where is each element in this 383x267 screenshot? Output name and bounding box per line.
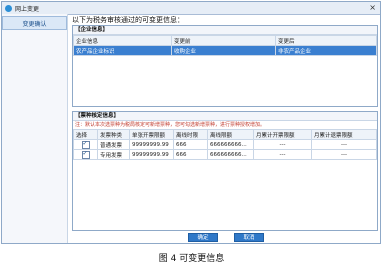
table-cell: ---	[253, 149, 312, 160]
table-cell: ---	[253, 139, 312, 150]
table-cell: 666	[173, 149, 208, 160]
button-bar: 确定 取消	[72, 233, 378, 245]
column-header: 月累计开票限额	[253, 129, 312, 140]
invoice-panel-note: 注：默认本次选票种为税局核定可新增票种，您可勾选新增票种，进行票种授权增加。	[75, 122, 266, 128]
table-cell: ---	[311, 139, 377, 150]
column-header: 发票种类	[97, 129, 130, 140]
column-header: 变更前	[171, 35, 276, 46]
table-cell: 99999999.99	[129, 149, 174, 160]
sidebar-item-change-confirm[interactable]: 变更确认	[2, 16, 67, 30]
table-cell: 收购企业	[171, 45, 276, 56]
column-header: 月累计退票限额	[311, 129, 377, 140]
column-header: 变更后	[275, 35, 377, 46]
table-header-row: 选择 发票种类 单张开票限额 离线时限 离线限额 月累计开票限额 月累计退票限额	[73, 129, 377, 140]
page-heading: 以下为税务审核通过的可变更信息：	[72, 16, 184, 24]
column-header: 离线时限	[173, 129, 208, 140]
table-cell: 农产品企业标识	[73, 45, 172, 56]
app-logo-icon	[5, 4, 12, 12]
cancel-button[interactable]: 取消	[234, 233, 264, 242]
table-row[interactable]: 普通发票 99999999.99 666 666666666... --- --…	[73, 139, 377, 150]
table-row[interactable]: 专用发票 99999999.99 666 666666666... --- --…	[73, 149, 377, 160]
main-content: 以下为税务审核通过的可变更信息： 【企业信息】 企业信息 变更前 变更后 农产品…	[72, 15, 378, 245]
sidebar-item-label: 变更确认	[22, 20, 47, 28]
invoice-table: 选择 发票种类 单张开票限额 离线时限 离线限额 月累计开票限额 月累计退票限额…	[73, 129, 377, 160]
table-cell: 普通发票	[97, 139, 130, 150]
table-cell: 666	[173, 139, 208, 150]
table-cell: 专用发票	[97, 149, 130, 160]
select-cell	[73, 149, 98, 160]
close-icon[interactable]: ×	[369, 3, 376, 13]
enterprise-table: 企业信息 变更前 变更后 农产品企业标识 收购企业 非农产品企业	[73, 35, 377, 56]
table-header-row: 企业信息 变更前 变更后	[73, 35, 377, 46]
row-checkbox[interactable]	[81, 150, 90, 159]
table-cell: 666666666...	[207, 149, 254, 160]
figure-caption: 图 4 可变更信息	[158, 254, 225, 264]
window-title: 网上变更	[15, 5, 40, 13]
table-cell: 非农产品企业	[275, 45, 377, 56]
table-cell: 99999999.99	[129, 139, 174, 150]
column-header: 选择	[73, 129, 98, 140]
column-header: 离线限额	[207, 129, 254, 140]
select-cell	[73, 139, 98, 150]
sidebar: 变更确认	[2, 14, 68, 243]
column-header: 单张开票限额	[129, 129, 174, 140]
enterprise-info-panel: 【企业信息】 企业信息 变更前 变更后 农产品企业标识 收购企业 非农产品企业	[72, 25, 378, 107]
table-cell: 666666666...	[207, 139, 254, 150]
invoice-type-panel: 【票种核定信息】 注：默认本次选票种为税局核定可新增票种，您可勾选新增票种，进行…	[72, 111, 378, 231]
table-cell: ---	[311, 149, 377, 160]
row-checkbox[interactable]	[81, 140, 90, 149]
table-row[interactable]: 农产品企业标识 收购企业 非农产品企业	[73, 45, 377, 56]
invoice-panel-title: 【票种核定信息】	[73, 112, 377, 121]
enterprise-panel-title: 【企业信息】	[73, 26, 377, 35]
column-header: 企业信息	[73, 35, 172, 46]
confirm-button[interactable]: 确定	[188, 233, 218, 242]
app-window: 网上变更 × 变更确认 以下为税务审核通过的可变更信息： 【企业信息】 企业信息…	[1, 1, 381, 244]
